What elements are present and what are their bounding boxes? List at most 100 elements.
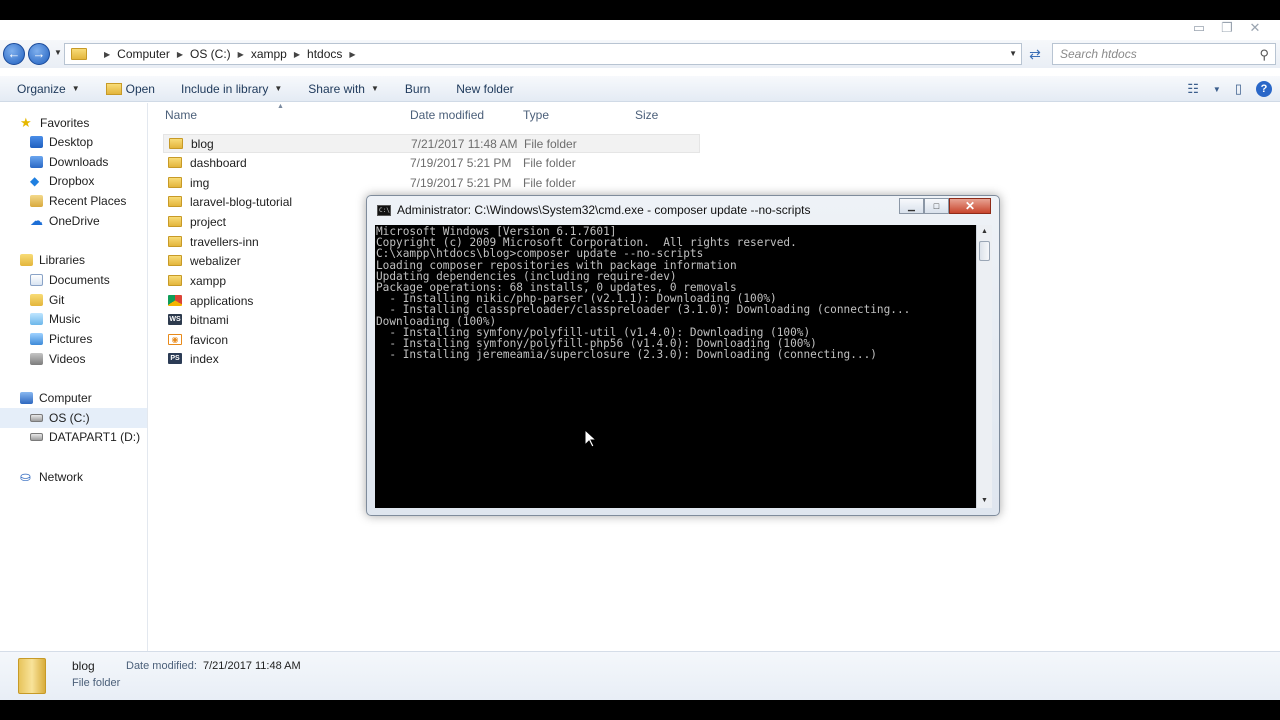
command-bar: Organize ▼ Open Include in library ▼ Share… — [0, 76, 1280, 102]
share-with-button[interactable]: Share with ▼ — [308, 82, 379, 96]
phpstorm-icon: PS — [168, 353, 182, 364]
search-icon[interactable]: ⚲ — [1259, 45, 1269, 65]
nav-documents-label: Documents — [49, 273, 110, 287]
nav-desktop-label: Desktop — [49, 135, 94, 149]
nav-music[interactable]: Music — [0, 309, 147, 329]
burn-button[interactable]: Burn — [405, 82, 430, 96]
new-folder-label: New folder — [456, 81, 514, 96]
folder-icon — [168, 216, 182, 227]
nav-network-label: Network — [39, 470, 84, 484]
cmd-window[interactable]: C:\ Administrator: C:\Windows\System32\c… — [366, 195, 1000, 516]
sort-ascending-icon: ▲ — [277, 103, 284, 110]
downloads-icon — [30, 156, 43, 168]
drive-icon — [30, 414, 43, 422]
nav-git[interactable]: Git — [0, 290, 147, 310]
nav-recent-places[interactable]: Recent Places — [0, 191, 147, 211]
folder-icon — [18, 658, 46, 694]
cmd-caption-buttons: ▁ □ ✕ — [899, 198, 991, 214]
breadcrumb-os-c[interactable]: OS (C:) — [190, 47, 231, 61]
nav-computer[interactable]: Computer — [0, 388, 147, 408]
nav-network[interactable]: ⛀ Network — [0, 467, 147, 487]
documents-icon — [30, 274, 43, 286]
recent-pages-dropdown-icon[interactable]: ▼ — [54, 48, 62, 57]
file-row[interactable]: img 7/19/2017 5:21 PM File folder — [163, 173, 700, 192]
nav-videos-label: Videos — [49, 352, 86, 366]
folder-icon — [30, 294, 43, 306]
column-header-type[interactable]: Type — [523, 108, 549, 122]
drive-icon — [30, 433, 43, 441]
console-line: C:\xampp\htdocs\blog>composer update --n… — [376, 247, 704, 261]
nav-os-c-label: OS (C:) — [49, 411, 90, 425]
file-type: File folder — [524, 136, 577, 151]
chevron-down-icon[interactable]: ▼ — [1213, 85, 1221, 94]
cmd-icon: C:\ — [377, 204, 391, 216]
address-dropdown-icon[interactable]: ▼ — [1009, 49, 1017, 58]
address-bar[interactable]: ▶ Computer ▶ OS (C:) ▶ xampp ▶ htdocs ▶ ▼ — [64, 43, 1022, 65]
back-button[interactable]: ← — [3, 43, 25, 65]
nav-desktop[interactable]: Desktop — [0, 132, 147, 152]
chevron-right-icon[interactable]: ▶ — [349, 50, 355, 59]
details-date-label: Date modified: — [126, 660, 197, 672]
scroll-down-icon[interactable]: ▼ — [977, 494, 992, 508]
file-date: 7/21/2017 11:48 AM — [411, 136, 518, 151]
column-header-size[interactable]: Size — [635, 108, 658, 122]
breadcrumb-computer[interactable]: Computer — [117, 47, 170, 61]
console-output[interactable]: Microsoft Windows [Version 6.1.7601] Cop… — [375, 225, 976, 508]
navigation-pane: ★ Favorites Desktop Downloads ◆ Dropbox Re… — [0, 103, 148, 651]
open-button[interactable]: Open — [105, 81, 155, 96]
nav-datapart1[interactable]: DATAPART1 (D:) — [0, 427, 147, 447]
chevron-right-icon[interactable]: ▶ — [177, 50, 183, 59]
bottom-letterbox — [0, 700, 1280, 720]
scroll-up-icon[interactable]: ▲ — [977, 225, 992, 239]
chevron-right-icon[interactable]: ▶ — [294, 50, 300, 59]
nav-os-c[interactable]: OS (C:) — [0, 408, 147, 428]
cmd-title-bar[interactable]: C:\ Administrator: C:\Windows\System32\c… — [377, 203, 810, 217]
nav-libraries-label: Libraries — [39, 253, 86, 267]
file-type: File folder — [523, 155, 576, 170]
nav-dropbox[interactable]: ◆ Dropbox — [0, 171, 147, 191]
favicon-icon: ◉ — [168, 334, 182, 345]
nav-videos[interactable]: Videos — [0, 349, 147, 369]
cmd-minimize-button[interactable]: ▁ — [899, 198, 924, 214]
breadcrumb-xampp[interactable]: xampp — [251, 47, 287, 61]
column-header-date-modified[interactable]: Date modified — [410, 108, 484, 122]
help-icon[interactable]: ? — [1256, 81, 1272, 97]
nav-documents[interactable]: Documents — [0, 270, 147, 290]
close-icon[interactable]: ✕ — [1248, 20, 1262, 36]
top-letterbox — [0, 0, 1280, 20]
nav-pictures[interactable]: Pictures — [0, 329, 147, 349]
webstorm-icon: WS — [168, 314, 182, 325]
nav-favorites[interactable]: ★ Favorites — [0, 113, 147, 133]
cmd-scrollbar[interactable]: ▲ ▼ — [976, 225, 992, 508]
nav-libraries[interactable]: Libraries — [0, 250, 147, 270]
cmd-close-button[interactable]: ✕ — [949, 198, 991, 214]
minimize-icon[interactable]: ▭ — [1192, 20, 1206, 36]
nav-onedrive[interactable]: ☁ OneDrive — [0, 211, 147, 231]
details-kind: File folder — [72, 677, 121, 689]
chevron-right-icon[interactable]: ▶ — [104, 50, 110, 59]
folder-icon — [71, 48, 87, 60]
refresh-icon[interactable]: ⇄ — [1025, 43, 1045, 65]
search-input[interactable]: Search htdocs ⚲ — [1052, 43, 1276, 65]
breadcrumb-htdocs[interactable]: htdocs — [307, 47, 342, 61]
cmd-maximize-button[interactable]: □ — [924, 198, 949, 214]
nav-downloads[interactable]: Downloads — [0, 152, 147, 172]
folder-icon — [168, 196, 182, 207]
new-folder-button[interactable]: New folder — [456, 82, 513, 96]
organize-button[interactable]: Organize ▼ — [17, 82, 80, 96]
organize-label: Organize — [17, 81, 66, 96]
preview-pane-icon[interactable]: ▯ — [1235, 81, 1242, 97]
view-options-icon[interactable]: ☷ — [1187, 81, 1199, 97]
column-header-name[interactable]: Name — [165, 108, 197, 122]
file-row[interactable]: blog 7/21/2017 11:48 AM File folder — [163, 134, 700, 153]
maximize-icon[interactable]: ❐ — [1220, 20, 1234, 36]
forward-button[interactable]: → — [28, 43, 50, 65]
nav-computer-label: Computer — [39, 391, 92, 405]
burn-label: Burn — [404, 81, 431, 96]
file-row[interactable]: dashboard 7/19/2017 5:21 PM File folder — [163, 153, 700, 172]
chevron-right-icon[interactable]: ▶ — [238, 50, 244, 59]
open-label: Open — [125, 81, 155, 96]
scroll-thumb[interactable] — [979, 241, 990, 261]
file-type: File folder — [523, 175, 576, 190]
include-in-library-button[interactable]: Include in library ▼ — [181, 82, 282, 96]
